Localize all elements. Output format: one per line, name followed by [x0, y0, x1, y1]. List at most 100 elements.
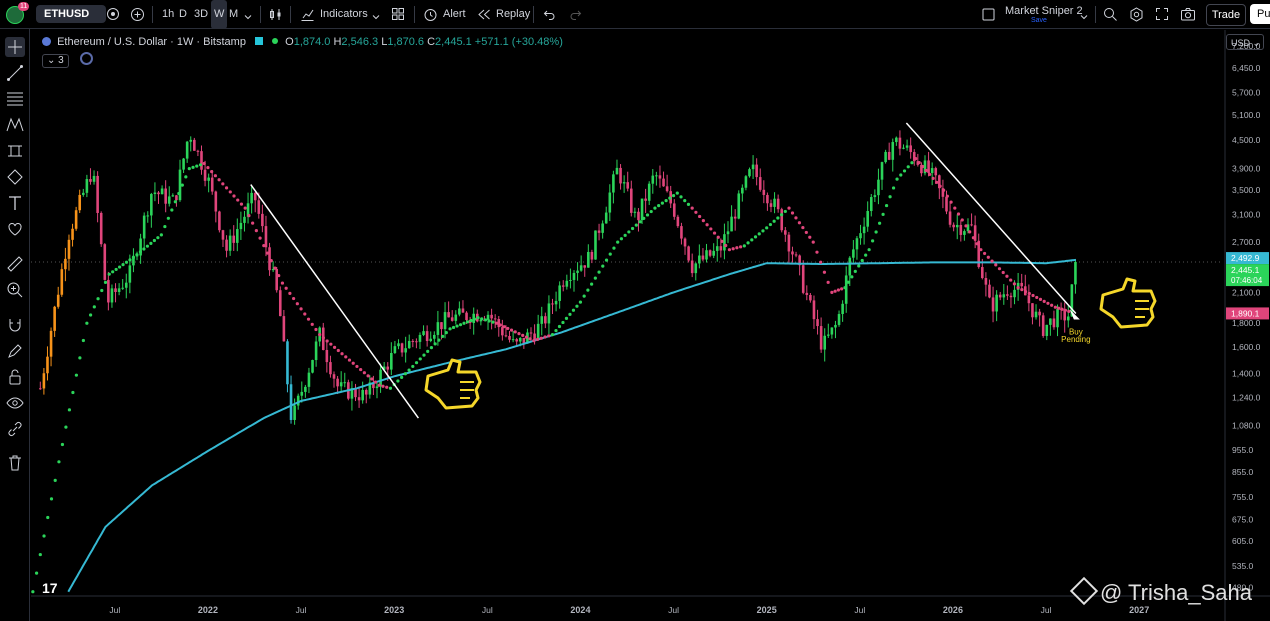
- chevron-down-icon[interactable]: ⌄ 3: [42, 54, 69, 68]
- psar-dot: [1023, 289, 1028, 294]
- trade-button[interactable]: Trade: [1206, 4, 1246, 26]
- fullscreen-icon[interactable]: [1155, 7, 1169, 26]
- y-tick-label: 855.0: [1232, 467, 1254, 477]
- chart-legend[interactable]: Ethereum / U.S. Dollar · 1W · Bitstamp O…: [42, 34, 563, 50]
- candle-body: [228, 235, 232, 251]
- text-tool[interactable]: [5, 193, 25, 213]
- psar-dot: [124, 260, 129, 264]
- alert-clock-icon[interactable]: [423, 7, 438, 27]
- psar-dot: [444, 330, 448, 335]
- hide-drawings-tool[interactable]: [5, 393, 25, 413]
- layout-name[interactable]: Market Sniper 2: [1005, 5, 1083, 17]
- psar-dot: [910, 161, 914, 165]
- interval-m[interactable]: M: [229, 0, 238, 29]
- psar-dot: [815, 250, 819, 254]
- compare-icon[interactable]: [106, 7, 120, 26]
- indicators-icon[interactable]: [300, 7, 315, 27]
- symbol-search-button[interactable]: ETHUSD: [36, 5, 106, 23]
- fib-tool[interactable]: [5, 89, 25, 109]
- indicators-button[interactable]: Indicators: [320, 0, 368, 29]
- candle-body: [880, 162, 884, 180]
- psar-dot: [213, 174, 217, 178]
- candle-body: [189, 139, 193, 142]
- candle-body: [988, 284, 991, 298]
- candle-body: [440, 322, 443, 330]
- candle-body: [816, 319, 819, 327]
- candle-body: [826, 334, 830, 336]
- candle-body: [540, 316, 544, 324]
- candle-body: [153, 192, 157, 194]
- psar-dot: [664, 199, 668, 203]
- candle-body: [612, 174, 615, 193]
- chevron-down-icon[interactable]: [243, 9, 253, 27]
- psar-dot: [103, 280, 108, 284]
- psar-dot: [247, 214, 251, 218]
- forecast-tool[interactable]: [5, 141, 25, 161]
- psar-dot: [187, 166, 191, 171]
- link-tool[interactable]: [5, 419, 25, 439]
- psar-dot: [990, 259, 994, 263]
- camera-icon[interactable]: [1180, 7, 1196, 27]
- y-tick-label: 955.0: [1232, 445, 1254, 455]
- interval-d[interactable]: D: [179, 0, 187, 29]
- flag-icon[interactable]: [255, 37, 264, 45]
- candle-body: [615, 167, 619, 175]
- replay-button[interactable]: Replay: [496, 0, 530, 29]
- settings-gear-icon[interactable]: [1129, 7, 1144, 27]
- candle-body: [289, 384, 293, 420]
- psar-dot: [906, 165, 910, 169]
- stay-drawing-tool[interactable]: [5, 341, 25, 361]
- psar-dot: [85, 321, 89, 325]
- psar-dot: [1046, 301, 1050, 305]
- publish-button[interactable]: Pu: [1250, 4, 1270, 24]
- shapes-tool[interactable]: [5, 167, 25, 187]
- remove-drawings-tool[interactable]: [5, 453, 25, 473]
- candle-body: [619, 167, 622, 184]
- replay-icon[interactable]: [477, 8, 491, 26]
- indicator-toggle[interactable]: ⌄ 3: [42, 52, 93, 68]
- price-chart[interactable]: 7,200.06,450.05,700.05,100.04,500.03,900…: [31, 30, 1270, 621]
- trend-line-tool[interactable]: [5, 63, 25, 83]
- crosshair-tool[interactable]: [5, 37, 25, 57]
- candles-type-icon[interactable]: [268, 7, 283, 27]
- psar-dot: [191, 165, 195, 169]
- candle-body: [386, 366, 390, 370]
- psar-dot: [303, 312, 307, 316]
- layouts-grid-icon[interactable]: [391, 7, 405, 26]
- candle-body: [730, 216, 733, 232]
- pattern-tool[interactable]: [5, 115, 25, 135]
- psar-dot: [74, 373, 78, 377]
- psar-dot: [586, 288, 590, 292]
- interval-1h[interactable]: 1h: [162, 0, 174, 29]
- layout-checkbox-icon[interactable]: [982, 8, 995, 26]
- currency-selector[interactable]: USD ⌄: [1226, 34, 1264, 50]
- candle-body: [579, 265, 583, 271]
- chart-area[interactable]: 7,200.0 6,450.0 5,700.0 5,100.0 4,500.0 3,900…: [31, 30, 1270, 621]
- candle-body: [558, 285, 561, 301]
- chevron-down-icon[interactable]: [371, 9, 381, 27]
- psar-dot: [794, 216, 798, 220]
- candle-body: [286, 341, 289, 385]
- alert-button[interactable]: Alert: [443, 0, 466, 29]
- psar-dot: [370, 377, 374, 381]
- redo-icon[interactable]: [569, 8, 582, 26]
- quick-search-icon[interactable]: [1103, 7, 1118, 27]
- add-symbol-icon[interactable]: [130, 7, 145, 27]
- interval-3d[interactable]: 3D: [194, 0, 208, 29]
- psar-dot: [712, 231, 717, 235]
- candle-body: [587, 251, 590, 268]
- chevron-down-icon[interactable]: [1079, 9, 1089, 27]
- magnet-tool[interactable]: [5, 315, 25, 335]
- psar-dot: [779, 213, 784, 217]
- measure-tool[interactable]: [5, 254, 25, 274]
- undo-icon[interactable]: [543, 8, 556, 26]
- zoom-tool[interactable]: [5, 280, 25, 300]
- candle-body: [1020, 282, 1024, 287]
- psar-dot: [568, 312, 572, 316]
- icons-tool[interactable]: [5, 219, 25, 239]
- lock-drawings-tool[interactable]: [5, 367, 25, 387]
- indicator-visibility-icon[interactable]: [79, 52, 93, 65]
- interval-w[interactable]: W: [211, 0, 228, 29]
- psar-dot: [561, 320, 565, 325]
- psar-dot: [679, 195, 683, 199]
